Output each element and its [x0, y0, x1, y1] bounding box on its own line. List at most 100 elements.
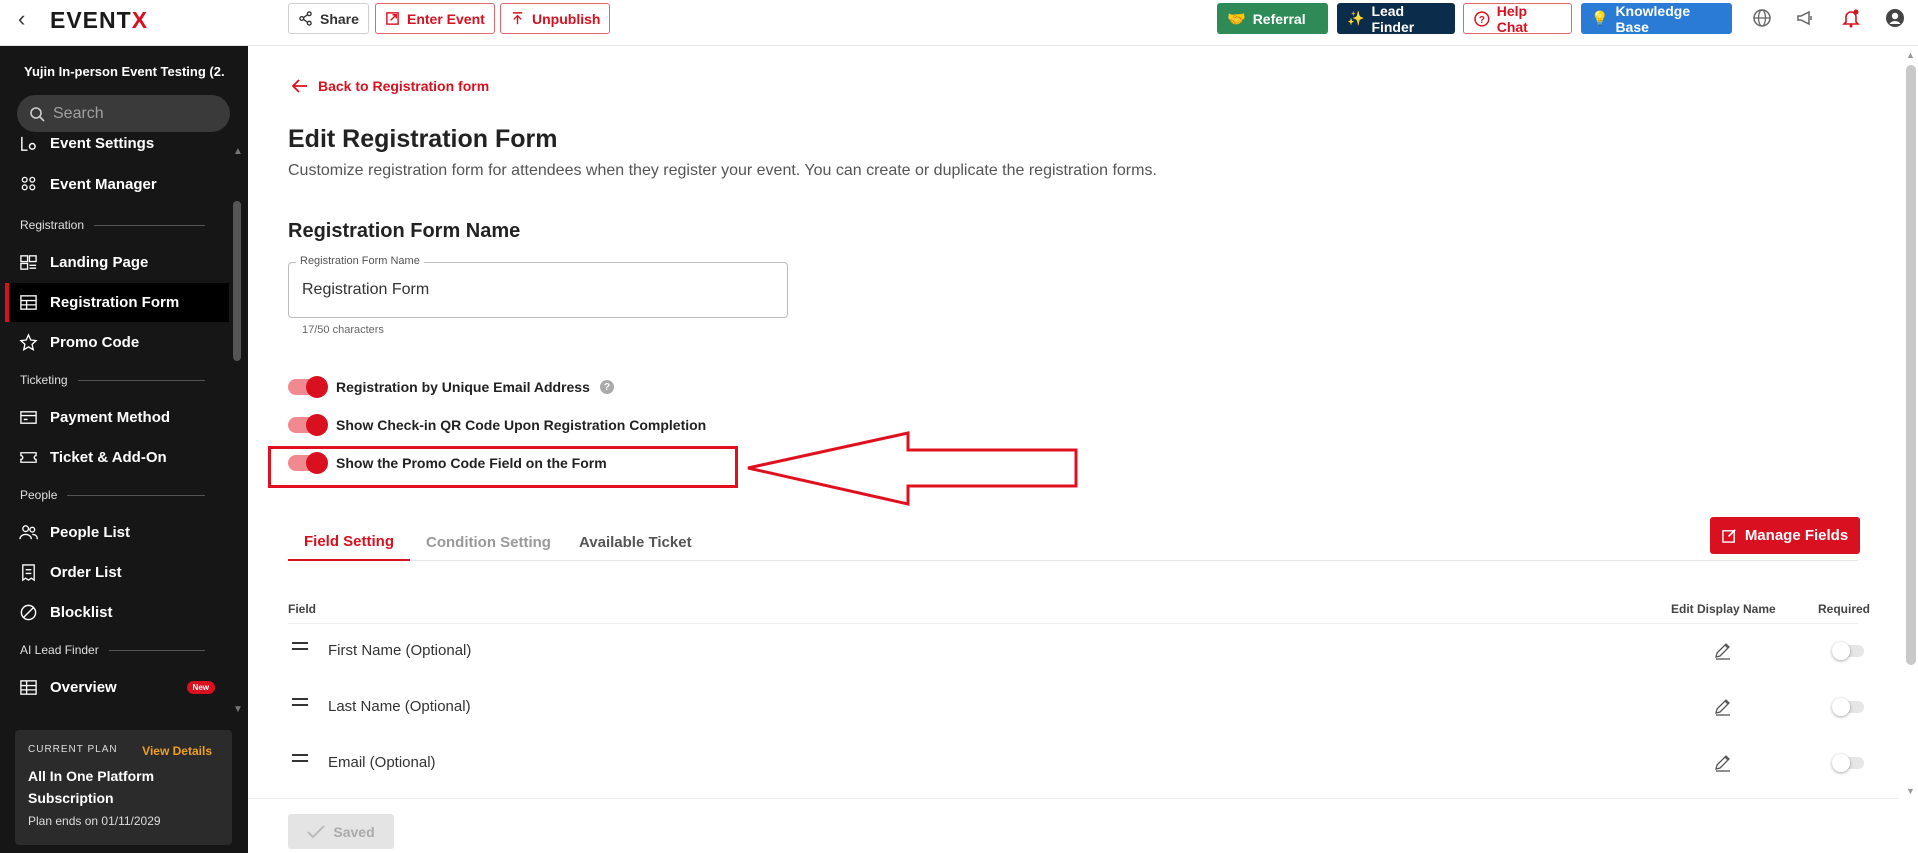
sidebar-item-registration-form[interactable]: Registration Form	[5, 283, 229, 322]
drag-handle-icon[interactable]	[292, 698, 308, 710]
lead-finder-button[interactable]: ✨ Lead Finder	[1337, 2, 1455, 35]
star-icon	[19, 333, 38, 351]
column-field: Field	[288, 602, 317, 616]
main-scroll-up-arrow[interactable]: ▲	[1906, 50, 1915, 60]
help-chat-button[interactable]: ? Help Chat	[1463, 3, 1572, 35]
referral-button[interactable]: 🤝 Referral	[1217, 3, 1328, 34]
referral-label: Referral	[1252, 10, 1306, 27]
drag-handle-icon[interactable]	[292, 642, 308, 654]
section-divider	[94, 224, 205, 226]
scroll-up-arrow[interactable]: ▲	[233, 146, 243, 157]
megaphone-icon[interactable]	[1795, 8, 1815, 28]
sidebar-item-payment-method[interactable]: Payment Method	[5, 398, 229, 437]
sidebar-item-label: People List	[50, 524, 131, 541]
settings-chart-icon	[21, 136, 36, 151]
unpublish-button[interactable]: Unpublish	[500, 3, 611, 34]
required-toggle[interactable]	[1832, 754, 1864, 772]
ticket-icon	[20, 452, 37, 463]
share-label: Share	[320, 10, 359, 27]
character-count: 17/50 characters	[302, 324, 384, 336]
required-toggle[interactable]	[1832, 642, 1864, 660]
form-name-field-label: Registration Form Name	[296, 255, 424, 267]
search-input[interactable]	[53, 104, 213, 123]
sidebar-item-order-list[interactable]: Order List	[5, 553, 229, 592]
unique-email-toggle[interactable]	[288, 376, 328, 398]
section-ai-lead-finder: AI Lead Finder	[20, 643, 205, 657]
sidebar-item-people-list[interactable]: People List	[5, 513, 229, 552]
enter-event-button[interactable]: Enter Event	[375, 3, 495, 34]
sidebar-item-ticket-addon[interactable]: Ticket & Add-On	[5, 438, 229, 477]
annotation-arrow	[747, 431, 1078, 506]
handshake-icon: 🤝	[1227, 10, 1246, 28]
back-to-registration-link[interactable]: Back to Registration form	[292, 78, 489, 94]
sidebar-scrollbar[interactable]	[233, 201, 241, 361]
section-label: Registration	[20, 218, 85, 232]
toggle-row-qr-code: Show Check-in QR Code Upon Registration …	[288, 414, 706, 436]
sidebar-item-event-settings[interactable]: Event Settings	[5, 129, 229, 157]
table-icon	[20, 295, 37, 310]
main-scroll-down-arrow[interactable]: ▼	[1906, 786, 1915, 796]
tab-condition-setting[interactable]: Condition Setting	[410, 523, 567, 561]
logo-x: X	[131, 7, 149, 33]
sidebar-item-blocklist[interactable]: Blocklist	[5, 593, 229, 632]
manage-fields-button[interactable]: Manage Fields	[1710, 517, 1860, 554]
back-chevron-icon[interactable]: ‹	[18, 8, 25, 30]
sidebar-item-overview[interactable]: Overview New	[5, 668, 229, 707]
saved-button[interactable]: Saved	[288, 814, 394, 849]
lead-finder-label: Lead Finder	[1371, 2, 1415, 35]
new-badge: New	[186, 681, 215, 694]
sidebar-item-label: Event Manager	[50, 176, 157, 193]
required-toggle[interactable]	[1832, 698, 1864, 716]
plan-name: All In One Platform Subscription	[28, 768, 155, 806]
unpublish-icon	[512, 12, 523, 25]
pencil-icon[interactable]	[1713, 752, 1733, 772]
tab-label: Available Ticket	[579, 533, 692, 551]
team-icon	[21, 176, 36, 191]
view-details-link[interactable]: View Details	[142, 744, 212, 758]
sidebar-item-label: Overview	[50, 679, 117, 696]
sidebar-item-label: Event Settings	[50, 134, 155, 152]
sidebar: Yujin In-person Event Testing (2... Even…	[0, 46, 248, 853]
main-content: Back to Registration form Edit Registrat…	[248, 46, 1898, 853]
unique-email-label: Registration by Unique Email Address	[336, 379, 590, 395]
page-title: Edit Registration Form	[288, 125, 558, 153]
form-name-section-title: Registration Form Name	[288, 220, 521, 242]
arrow-left-icon	[292, 79, 307, 93]
search-box[interactable]	[17, 95, 230, 132]
tab-available-ticket[interactable]: Available Ticket	[563, 523, 708, 561]
grid-table-icon	[20, 680, 37, 695]
section-ticketing: Ticketing	[20, 373, 205, 387]
sidebar-item-event-manager[interactable]: Event Manager	[5, 165, 229, 204]
share-button[interactable]: Share	[288, 3, 369, 34]
pencil-icon[interactable]	[1713, 640, 1733, 660]
sidebar-item-promo-code[interactable]: Promo Code	[5, 323, 229, 362]
tab-label: Condition Setting	[426, 533, 551, 551]
field-name: First Name (Optional)	[328, 642, 472, 659]
globe-icon[interactable]	[1752, 8, 1772, 28]
sidebar-item-label: Promo Code	[50, 334, 140, 351]
layout-icon	[20, 255, 37, 270]
form-name-field-value[interactable]: Registration Form	[302, 281, 429, 299]
knowledge-base-button[interactable]: 💡 Knowledge Base	[1581, 2, 1732, 35]
column-required: Required	[1818, 602, 1871, 616]
magic-wand-icon: ✨	[1347, 10, 1365, 26]
help-icon[interactable]: ?	[599, 380, 614, 394]
knowledge-base-label: Knowledge Base	[1615, 2, 1691, 35]
column-edit-display-name: Edit Display Name	[1671, 602, 1776, 616]
table-header: Field Edit Display Name Required	[288, 592, 1870, 624]
qr-code-toggle[interactable]	[288, 414, 328, 436]
sidebar-item-label: Registration Form	[50, 294, 180, 311]
annotation-highlight-box	[268, 446, 738, 488]
tab-field-setting[interactable]: Field Setting	[288, 523, 410, 561]
bell-icon[interactable]	[1841, 8, 1861, 28]
sidebar-item-landing-page[interactable]: Landing Page	[5, 243, 229, 282]
user-account-icon[interactable]	[1885, 8, 1905, 28]
scroll-down-arrow[interactable]: ▼	[233, 704, 243, 715]
main-scrollbar[interactable]	[1906, 65, 1916, 665]
section-divider	[108, 649, 205, 651]
drag-handle-icon[interactable]	[292, 754, 308, 766]
pencil-icon[interactable]	[1713, 696, 1733, 716]
eventx-logo[interactable]: EVENTX	[50, 7, 148, 34]
help-circle-icon: ?	[1474, 10, 1490, 27]
back-link-label: Back to Registration form	[318, 78, 490, 94]
